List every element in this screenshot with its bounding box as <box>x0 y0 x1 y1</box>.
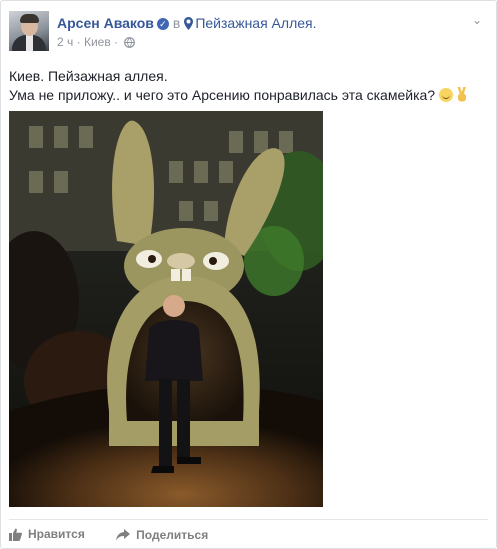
post-text: Киев. Пейзажная аллея. Ума не приложу.. … <box>9 67 489 105</box>
globe-icon[interactable] <box>124 37 136 48</box>
location-pin-icon <box>184 17 194 30</box>
meta-separator: · <box>114 35 119 49</box>
post-time[interactable]: 2 ч <box>57 35 73 49</box>
post-text-line: Ума не приложу.. и чего это Арсению понр… <box>9 87 436 103</box>
like-icon <box>9 528 22 541</box>
post-header: Арсен Аваков ✓ в Пейзажная Аллея. <box>57 14 317 32</box>
actions-divider <box>9 519 488 520</box>
post-text-line: Киев. Пейзажная аллея. <box>9 68 168 84</box>
share-label: Поделиться <box>136 527 209 542</box>
post-actions: Нравится Поделиться <box>9 527 236 544</box>
post-card: Арсен Аваков ✓ в Пейзажная Аллея. 2 ч · Кие… <box>0 0 497 549</box>
place-link[interactable]: Пейзажная Аллея. <box>195 15 316 31</box>
share-icon <box>116 528 131 541</box>
avatar[interactable] <box>9 11 49 51</box>
victory-hand-icon <box>457 87 467 102</box>
chevron-down-icon[interactable]: ⌄ <box>472 13 482 27</box>
share-button[interactable]: Поделиться <box>116 528 208 542</box>
post-meta: 2 ч · Киев · <box>57 35 136 49</box>
like-button[interactable]: Нравится <box>9 527 85 541</box>
smiley-icon <box>439 88 454 102</box>
meta-separator: · <box>76 35 81 49</box>
verified-icon: ✓ <box>156 18 169 30</box>
in-word: в <box>172 15 181 31</box>
author-name[interactable]: Арсен Аваков <box>57 15 154 31</box>
like-label: Нравится <box>28 527 85 541</box>
post-photo[interactable] <box>9 111 323 507</box>
post-location: Киев <box>83 35 111 49</box>
